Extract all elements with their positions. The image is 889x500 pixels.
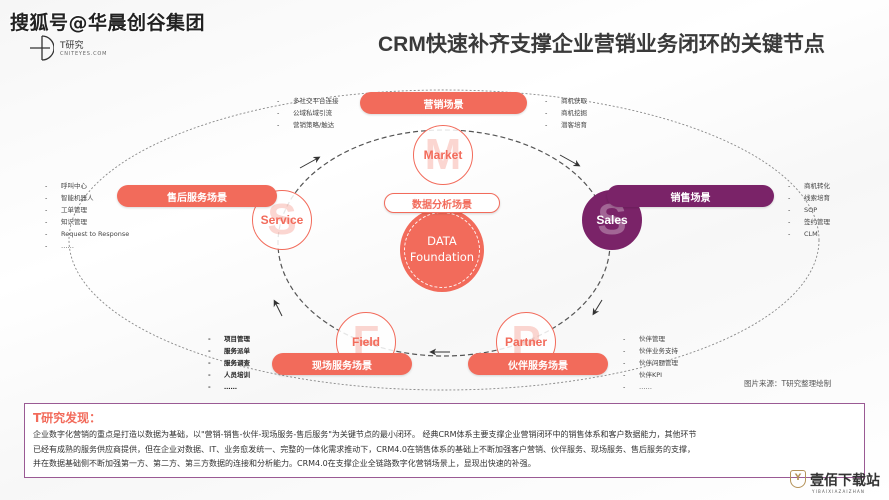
scene-pill-sales: 销售场景	[607, 185, 774, 207]
list-item: 商机获取	[545, 95, 587, 107]
data-foundation-circle: DATA Foundation	[400, 208, 484, 292]
list-item: 营销策略/触达	[277, 119, 339, 131]
scene-pill-field: 现场服务场景	[272, 353, 412, 375]
list-item: 呼叫中心	[45, 180, 129, 192]
findings-box: T研究发现： 企业数字化营销的重点是打造以数据为基础，以"营销-销售-伙伴-现场…	[24, 403, 865, 478]
footer-logo-name: 壹佰下载站	[810, 473, 880, 489]
list-item: 伙伴管理	[623, 333, 678, 345]
node-market: M Market	[413, 125, 473, 185]
scene-pill-market: 营销场景	[360, 92, 527, 114]
sales-label: Sales	[596, 213, 628, 227]
list-item: Request to Response	[45, 228, 129, 240]
scene-pill-data-analysis: 数据分析场景	[384, 193, 500, 213]
list-item: 智能机器人	[45, 192, 129, 204]
arrow-service-to-market	[299, 156, 321, 169]
list-item: 商机挖掘	[545, 107, 587, 119]
market-label: Market	[423, 148, 463, 162]
field-label: Field	[351, 335, 380, 349]
sales-list: 商机转化 线索培育 SOP 签约管理 CLM	[788, 180, 830, 240]
findings-line: 已经有成熟的服务供应商提供，但在企业对数据、IT、业务愈发统一、完整的一体化需求…	[33, 444, 696, 454]
field-list: 项目管理 服务派单 服务调查 人员培训 ……	[208, 333, 250, 393]
partner-list: 伙伴管理 伙伴业务支持 伙伴问题管理 伙伴KPI ……	[623, 333, 678, 393]
list-item: ……	[208, 381, 250, 393]
list-item: ……	[623, 381, 678, 393]
list-item: CLM	[788, 228, 830, 240]
data-foundation-line1: DATA	[427, 234, 457, 249]
list-item: 伙伴KPI	[623, 369, 678, 381]
list-item: 服务派单	[208, 345, 250, 357]
list-item: 公域私域引流	[277, 107, 339, 119]
list-item: SOP	[788, 204, 830, 216]
findings-line: 并在数据基础侧不断加强第一方、第二方、第三方数据的连接和分析能力。CRM4.0在…	[33, 459, 536, 468]
findings-line: 企业数字化营销的重点是打造以数据为基础，以"营销-销售-伙伴-现场服务-售后服务…	[33, 430, 697, 439]
list-item: 伙伴问题管理	[623, 357, 678, 369]
list-item: 多社交平台连接	[277, 95, 339, 107]
findings-title: T研究发现：	[33, 411, 102, 425]
list-item: ……	[45, 240, 129, 252]
arrow-field-to-service	[273, 299, 283, 317]
list-item: 知识管理	[45, 216, 129, 228]
list-item: 服务调查	[208, 357, 250, 369]
service-label: Service	[260, 213, 304, 227]
shield-logo-icon: Y	[790, 470, 806, 488]
data-foundation-line2: Foundation	[409, 250, 475, 264]
footer-watermark-logo: Y 壹佰下载站 YIBAIXIAZAIZHAN	[790, 468, 889, 498]
list-item: 项目管理	[208, 333, 250, 345]
list-item: 线索培育	[788, 192, 830, 204]
list-item: 签约管理	[788, 216, 830, 228]
market-left-list: 多社交平台连接 公域私域引流 营销策略/触达	[277, 95, 339, 131]
list-item: 人员培训	[208, 369, 250, 381]
list-item: 潜客培育	[545, 119, 587, 131]
market-right-list: 商机获取 商机挖掘 潜客培育	[545, 95, 587, 131]
findings-body: 企业数字化营销的重点是打造以数据为基础，以"营销-销售-伙伴-现场服务-售后服务…	[33, 428, 856, 472]
list-item: 商机转化	[788, 180, 830, 192]
service-list: 呼叫中心 智能机器人 工单管理 知识管理 Request to Response…	[45, 180, 129, 252]
source-note: 图片来源：T研究整理绘制	[744, 379, 832, 388]
partner-label: Partner	[504, 335, 548, 349]
footer-logo-sub: YIBAIXIAZAIZHAN	[812, 489, 866, 494]
scene-pill-partner: 伙伴服务场景	[468, 353, 608, 375]
list-item: 工单管理	[45, 204, 129, 216]
arrow-sales-to-partner	[592, 299, 603, 316]
list-item: 伙伴业务支持	[623, 345, 678, 357]
scene-pill-service: 售后服务场景	[117, 185, 277, 207]
